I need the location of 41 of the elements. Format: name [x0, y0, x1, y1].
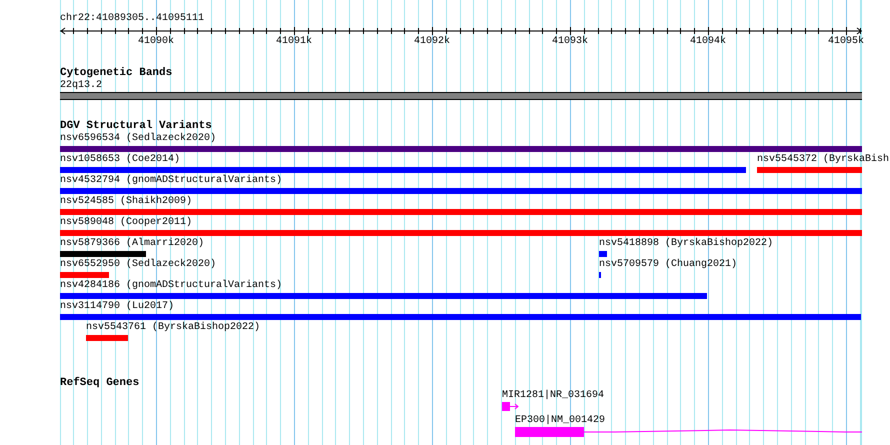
variant-bar[interactable]: [757, 167, 862, 173]
gene-label: EP300|NM_001429: [515, 415, 606, 427]
gene-model[interactable]: [515, 427, 862, 437]
variant-label: nsv6596534 (Sedlazeck2020): [60, 133, 216, 145]
variant-bar[interactable]: [60, 167, 746, 173]
variant-label: nsv5543761 (ByrskaBishop2022): [86, 322, 260, 334]
cytoband-bar[interactable]: [60, 92, 862, 100]
ruler-label: 41091k: [276, 36, 312, 48]
variant-bar[interactable]: [599, 251, 607, 257]
variant-bar[interactable]: [60, 188, 862, 194]
variant-label: nsv5709579 (Chuang2021): [599, 259, 738, 271]
ruler-label: 41095k: [828, 36, 864, 48]
variant-label: nsv5545372 (ByrskaBish: [757, 154, 890, 166]
variant-bar[interactable]: [60, 314, 861, 320]
variant-label: nsv4284186 (gnomADStructuralVariants): [60, 280, 282, 292]
track-title: RefSeq Genes: [60, 377, 140, 390]
ruler-label: 41092k: [414, 36, 450, 48]
variant-label: nsv589048 (Cooper2011): [60, 217, 192, 229]
variant-bar[interactable]: [60, 251, 146, 257]
variant-label: nsv5879366 (Almarri2020): [60, 238, 204, 250]
variant-bar[interactable]: [60, 293, 707, 299]
locus-label: chr22:41089305..41095111: [60, 13, 204, 25]
ruler-label: 41094k: [690, 36, 726, 48]
band-label: 22q13.2: [60, 80, 102, 92]
ruler-label: 41090k: [138, 36, 174, 48]
variant-label: nsv6552950 (Sedlazeck2020): [60, 259, 216, 271]
variant-label: nsv5418898 (ByrskaBishop2022): [599, 238, 774, 250]
variant-bar[interactable]: [60, 209, 862, 215]
gene-model[interactable]: [502, 402, 520, 412]
ruler-label: 41093k: [552, 36, 588, 48]
variant-bar[interactable]: [60, 146, 862, 152]
variant-label: nsv1058653 (Coe2014): [60, 154, 180, 166]
track-title: DGV Structural Variants: [60, 120, 212, 132]
variant-bar[interactable]: [86, 335, 128, 341]
variant-label: nsv4532794 (gnomADStructuralVariants): [60, 175, 282, 187]
gene-label: MIR1281|NR_031694: [502, 390, 604, 402]
variant-label: nsv524585 (Shaikh2009): [60, 196, 192, 208]
variant-bar[interactable]: [60, 272, 109, 278]
variant-label: nsv3114790 (Lu2017): [60, 301, 174, 313]
track-title: Cytogenetic Bands: [60, 67, 172, 80]
variant-bar[interactable]: [60, 230, 862, 236]
